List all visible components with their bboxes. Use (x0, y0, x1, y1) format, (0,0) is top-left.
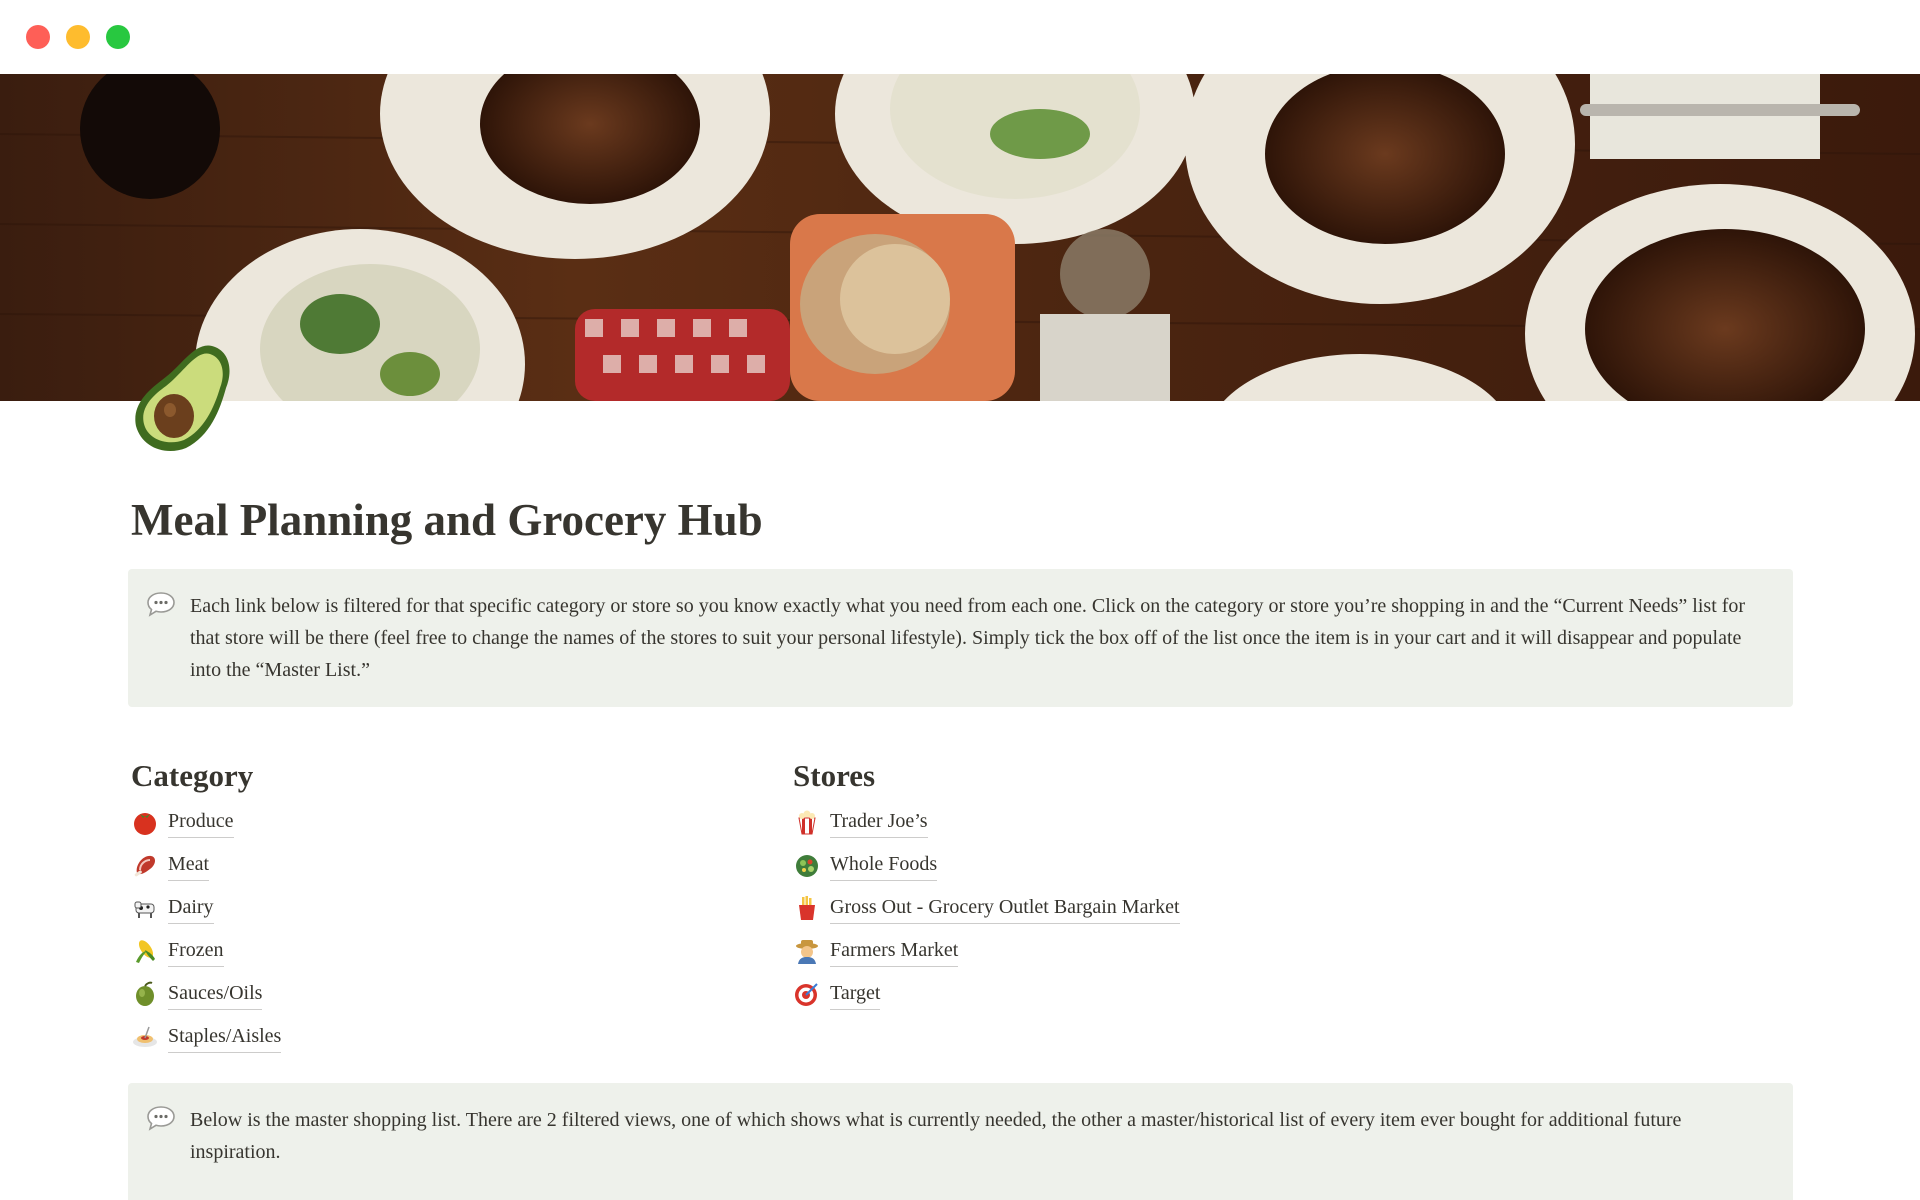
salad-icon (793, 851, 821, 879)
avocado-icon[interactable] (130, 340, 236, 454)
link-label[interactable]: Meat (168, 850, 210, 881)
link-label[interactable]: Gross Out - Grocery Outlet Bargain Marke… (830, 893, 1180, 924)
category-link-produce[interactable]: Produce (131, 807, 281, 850)
category-link-frozen[interactable]: Frozen (131, 936, 281, 979)
link-label[interactable]: Frozen (168, 936, 224, 967)
speech-bubble-icon[interactable] (146, 591, 176, 617)
category-link-meat[interactable]: Meat (131, 850, 281, 893)
corn-icon (131, 937, 159, 965)
category-link-dairy[interactable]: Dairy (131, 893, 281, 936)
link-label[interactable]: Trader Joe’s (830, 807, 928, 838)
meat-icon (131, 851, 159, 879)
bullseye-icon (793, 980, 821, 1008)
callout-master-list[interactable]: Below is the master shopping list. There… (128, 1083, 1793, 1200)
stores-heading: Stores (793, 758, 876, 793)
callout-master-text: Below is the master shopping list. There… (190, 1109, 1682, 1163)
farmer-icon (793, 937, 821, 965)
callout-intro[interactable]: Each link below is filtered for that spe… (128, 569, 1793, 707)
link-label[interactable]: Sauces/Oils (168, 979, 263, 1010)
page-cover-image[interactable] (0, 74, 1920, 401)
link-label[interactable]: Whole Foods (830, 850, 938, 881)
olive-icon (131, 980, 159, 1008)
window-titlebar (0, 0, 1920, 74)
tomato-icon (131, 808, 159, 836)
category-link-list: Produce Meat Dairy Frozen Sauces/Oils St… (131, 807, 282, 1065)
store-link-whole-foods[interactable]: Whole Foods (793, 850, 1180, 893)
window-minimize-button[interactable] (66, 25, 90, 49)
store-link-trader-joes[interactable]: Trader Joe’s (793, 807, 1180, 850)
link-label[interactable]: Staples/Aisles (168, 1022, 282, 1053)
category-heading: Category (131, 758, 254, 793)
fries-icon (793, 894, 821, 922)
window-close-button[interactable] (26, 25, 50, 49)
link-label[interactable]: Dairy (168, 893, 214, 924)
window-zoom-button[interactable] (106, 25, 130, 49)
store-link-gross-out[interactable]: Gross Out - Grocery Outlet Bargain Marke… (793, 893, 1180, 936)
link-label[interactable]: Farmers Market (830, 936, 959, 967)
category-link-sauces-oils[interactable]: Sauces/Oils (131, 979, 281, 1022)
category-link-staples-aisles[interactable]: Staples/Aisles (131, 1022, 282, 1065)
link-label[interactable]: Produce (168, 807, 234, 838)
callout-intro-text: Each link below is filtered for that spe… (190, 595, 1746, 681)
page-title[interactable]: Meal Planning and Grocery Hub (131, 494, 763, 546)
popcorn-icon (793, 808, 821, 836)
store-link-farmers-market[interactable]: Farmers Market (793, 936, 1180, 979)
speech-bubble-icon[interactable] (146, 1105, 176, 1131)
stores-link-list: Trader Joe’s Whole Foods Gross Out - Gro… (793, 807, 1180, 1022)
cow-icon (131, 894, 159, 922)
spaghetti-icon (131, 1023, 159, 1051)
store-link-target[interactable]: Target (793, 979, 1180, 1022)
link-label[interactable]: Target (830, 979, 881, 1010)
